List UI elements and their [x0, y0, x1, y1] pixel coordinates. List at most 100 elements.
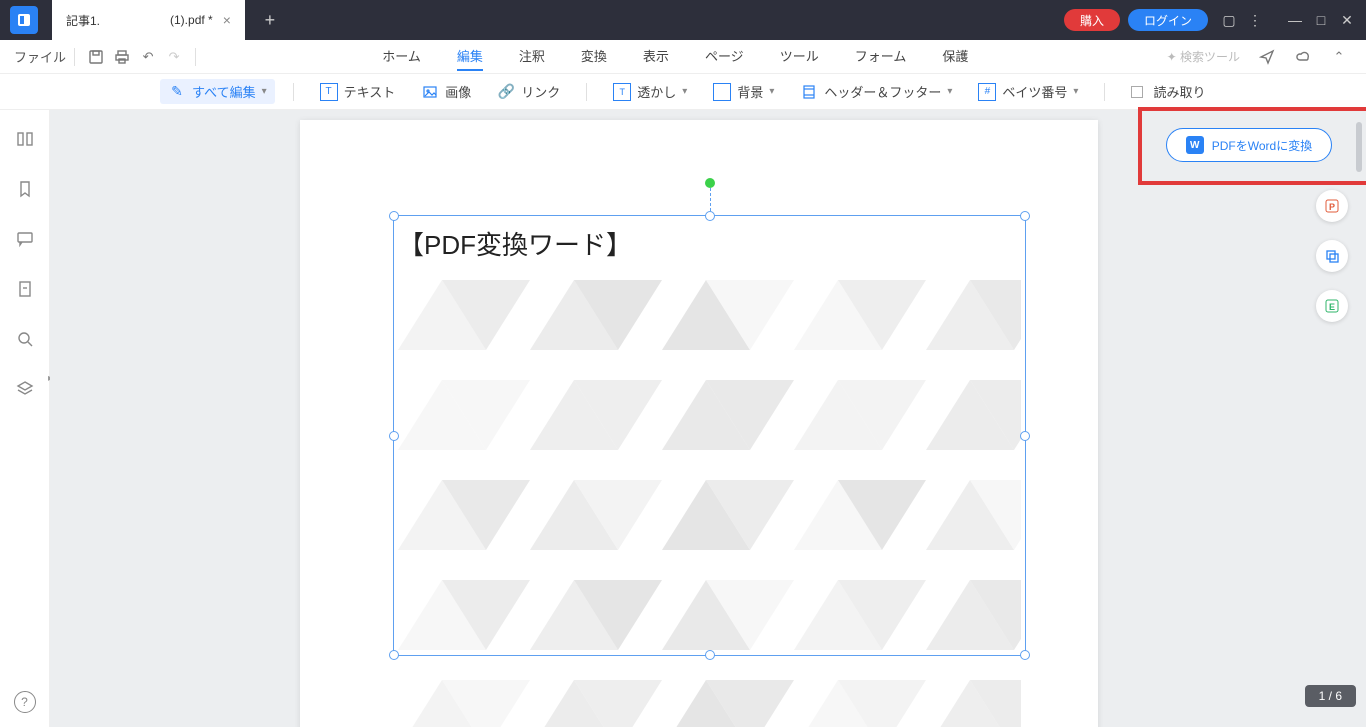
tab-convert[interactable]: 変換 [581, 42, 607, 71]
resize-handle-bm[interactable] [705, 650, 715, 660]
bates-icon: # [978, 83, 996, 101]
window-minimize-icon[interactable]: — [1282, 7, 1308, 33]
search-placeholder: 検索ツール [1180, 50, 1240, 64]
tab-annotate[interactable]: 注釈 [519, 42, 545, 71]
watermark-icon: T [613, 83, 631, 101]
send-icon[interactable] [1254, 44, 1280, 70]
resize-handle-mr[interactable] [1020, 431, 1030, 441]
tab-home[interactable]: ホーム [382, 42, 421, 71]
chevron-down-icon: ▾ [682, 86, 687, 97]
image-label: 画像 [445, 82, 471, 101]
watermark-label: 透かし [637, 82, 676, 101]
resize-handle-br[interactable] [1020, 650, 1030, 660]
collapse-ribbon-icon[interactable]: ⌃ [1326, 44, 1352, 70]
search-tool[interactable]: ✦ 検索ツール [1167, 48, 1240, 65]
tab-view[interactable]: 表示 [643, 42, 669, 71]
menubar: ファイル ↶ ↷ ホーム 編集 注釈 変換 表示 ページ ツール フォーム 保護… [0, 40, 1366, 74]
chevron-down-icon: ▾ [1073, 86, 1078, 97]
canvas-area[interactable]: // generated below after data-bind scrip… [50, 110, 1146, 727]
background-icon [713, 83, 731, 101]
tab-title-prefix: 記事1. [66, 12, 100, 29]
chevron-down-icon: ▾ [262, 86, 267, 97]
convert-to-word-label: PDFをWordに変換 [1212, 137, 1312, 154]
thumbnails-icon[interactable] [14, 128, 36, 150]
resize-handle-ml[interactable] [389, 431, 399, 441]
text-button[interactable]: T テキスト [312, 79, 404, 104]
login-button[interactable]: ログイン [1128, 9, 1208, 31]
resize-handle-tl[interactable] [389, 211, 399, 221]
checkbox-icon [1131, 86, 1143, 98]
link-label: リンク [521, 82, 560, 101]
redo-icon[interactable]: ↷ [161, 44, 187, 70]
window-close-icon[interactable]: ✕ [1334, 7, 1360, 33]
chevron-down-icon: ▾ [947, 86, 952, 97]
layers-icon[interactable] [14, 378, 36, 400]
new-tab-button[interactable]: + [255, 5, 285, 35]
copy-icon[interactable] [1316, 240, 1348, 272]
convert-excel-icon[interactable]: E [1316, 290, 1348, 322]
right-sidebar: W PDFをWordに変換 P E 1 / 6 [1146, 110, 1366, 727]
rotation-handle[interactable] [705, 178, 715, 188]
image-icon [421, 83, 439, 101]
tab-title-suffix: (1).pdf * [170, 13, 213, 27]
page-indicator[interactable]: 1 / 6 [1305, 685, 1356, 707]
resize-handle-tr[interactable] [1020, 211, 1030, 221]
edit-all-label: すべて編集 [192, 82, 256, 101]
link-button[interactable]: 🔗 リンク [489, 79, 568, 104]
background-button[interactable]: 背景 ▾ [705, 79, 782, 104]
print-icon[interactable] [109, 44, 135, 70]
search-icon[interactable] [14, 328, 36, 350]
header-footer-label: ヘッダー＆フッター [824, 82, 941, 101]
chevron-down-icon: ▾ [769, 86, 774, 97]
tab-page[interactable]: ページ [705, 42, 744, 71]
word-icon: W [1186, 136, 1204, 154]
buy-button[interactable]: 購入 [1064, 9, 1120, 31]
edit-all-button[interactable]: ✎ すべて編集 ▾ [160, 79, 275, 104]
bates-label: ベイツ番号 [1002, 82, 1067, 101]
buy-label: 購入 [1080, 12, 1104, 29]
tab-protect[interactable]: 保護 [942, 42, 968, 71]
attachments-icon[interactable] [14, 278, 36, 300]
bookmarks-icon[interactable] [14, 178, 36, 200]
window-maximize-icon[interactable]: □ [1308, 7, 1334, 33]
left-sidebar: ? [0, 110, 50, 727]
help-icon[interactable]: ? [14, 691, 36, 713]
workspace: ? ▸ // generated below after data-bind s… [0, 110, 1366, 727]
readonly-toggle[interactable]: 読み取り [1123, 79, 1213, 104]
image-button[interactable]: 画像 [413, 79, 479, 104]
tab-form[interactable]: フォーム [855, 42, 907, 71]
bates-button[interactable]: # ベイツ番号 ▾ [970, 79, 1086, 104]
document-tab[interactable]: 記事1. (1).pdf * × [52, 0, 245, 40]
watermark-button[interactable]: T 透かし ▾ [605, 79, 695, 104]
text-label: テキスト [344, 82, 396, 101]
text-icon: T [320, 83, 338, 101]
background-label: 背景 [737, 82, 763, 101]
convert-to-word-button[interactable]: W PDFをWordに変換 [1166, 128, 1332, 162]
nav-tabs: ホーム 編集 注釈 変換 表示 ページ ツール フォーム 保護 [204, 42, 1147, 71]
tab-tool[interactable]: ツール [780, 42, 819, 71]
scrollbar[interactable] [1356, 122, 1362, 172]
tab-edit[interactable]: 編集 [457, 42, 483, 71]
page-indicator-label: 1 / 6 [1319, 689, 1342, 703]
convert-ppt-icon[interactable]: P [1316, 190, 1348, 222]
link-icon: 🔗 [497, 83, 515, 101]
resize-handle-bl[interactable] [389, 650, 399, 660]
rotation-line [710, 188, 711, 211]
header-footer-icon [800, 83, 818, 101]
undo-icon[interactable]: ↶ [135, 44, 161, 70]
comments-icon[interactable] [14, 228, 36, 250]
selection-box[interactable] [393, 215, 1026, 656]
header-footer-button[interactable]: ヘッダー＆フッター ▾ [792, 79, 960, 104]
more-menu-icon[interactable]: ⋮ [1242, 7, 1268, 33]
svg-text:P: P [1329, 202, 1335, 212]
tab-close-icon[interactable]: × [223, 12, 231, 28]
cloud-icon[interactable] [1290, 44, 1316, 70]
resize-handle-tm[interactable] [705, 211, 715, 221]
pencil-icon: ✎ [168, 83, 186, 101]
save-icon[interactable] [83, 44, 109, 70]
edit-toolbar: ✎ すべて編集 ▾ T テキスト 画像 🔗 リンク T 透かし ▾ 背景 ▾ ヘッダー＆フ… [0, 74, 1366, 110]
app-logo-icon[interactable] [10, 6, 38, 34]
file-menu[interactable]: ファイル [14, 47, 66, 66]
titlebar: 記事1. (1).pdf * × + 購入 ログイン ▢ ⋮ — □ ✕ [0, 0, 1366, 40]
panel-toggle-icon[interactable]: ▢ [1216, 7, 1242, 33]
